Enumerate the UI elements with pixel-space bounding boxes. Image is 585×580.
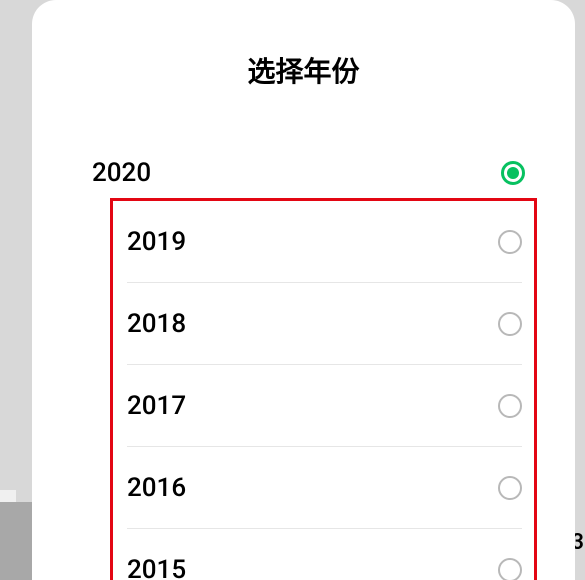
highlight-box: 2019 2018 2017 2016 2015	[110, 198, 537, 580]
radio-icon	[498, 312, 522, 336]
year-option[interactable]: 2019	[127, 201, 522, 283]
radio-icon	[498, 558, 522, 580]
background-strip	[0, 490, 16, 502]
year-option-2020[interactable]: 2020	[92, 138, 525, 208]
modal-title: 选择年份	[32, 0, 575, 138]
year-label: 2015	[127, 555, 186, 580]
radio-icon	[498, 476, 522, 500]
year-option[interactable]: 2018	[127, 283, 522, 365]
highlighted-year-list: 2019 2018 2017 2016 2015	[113, 201, 534, 580]
radio-icon	[498, 230, 522, 254]
year-label: 2018	[127, 309, 186, 339]
year-option[interactable]: 2017	[127, 365, 522, 447]
radio-icon	[498, 394, 522, 418]
year-list: 2020	[32, 138, 575, 208]
year-label: 2017	[127, 391, 186, 421]
background-strip-lower	[0, 502, 32, 580]
year-label: 2020	[92, 158, 151, 188]
radio-selected-icon	[501, 161, 525, 185]
year-picker-modal: 选择年份 2020 2019 2018 2017 2016	[32, 0, 575, 580]
year-label: 2019	[127, 227, 186, 257]
year-label: 2016	[127, 473, 186, 503]
year-option[interactable]: 2016	[127, 447, 522, 529]
year-option[interactable]: 2015	[127, 529, 522, 580]
